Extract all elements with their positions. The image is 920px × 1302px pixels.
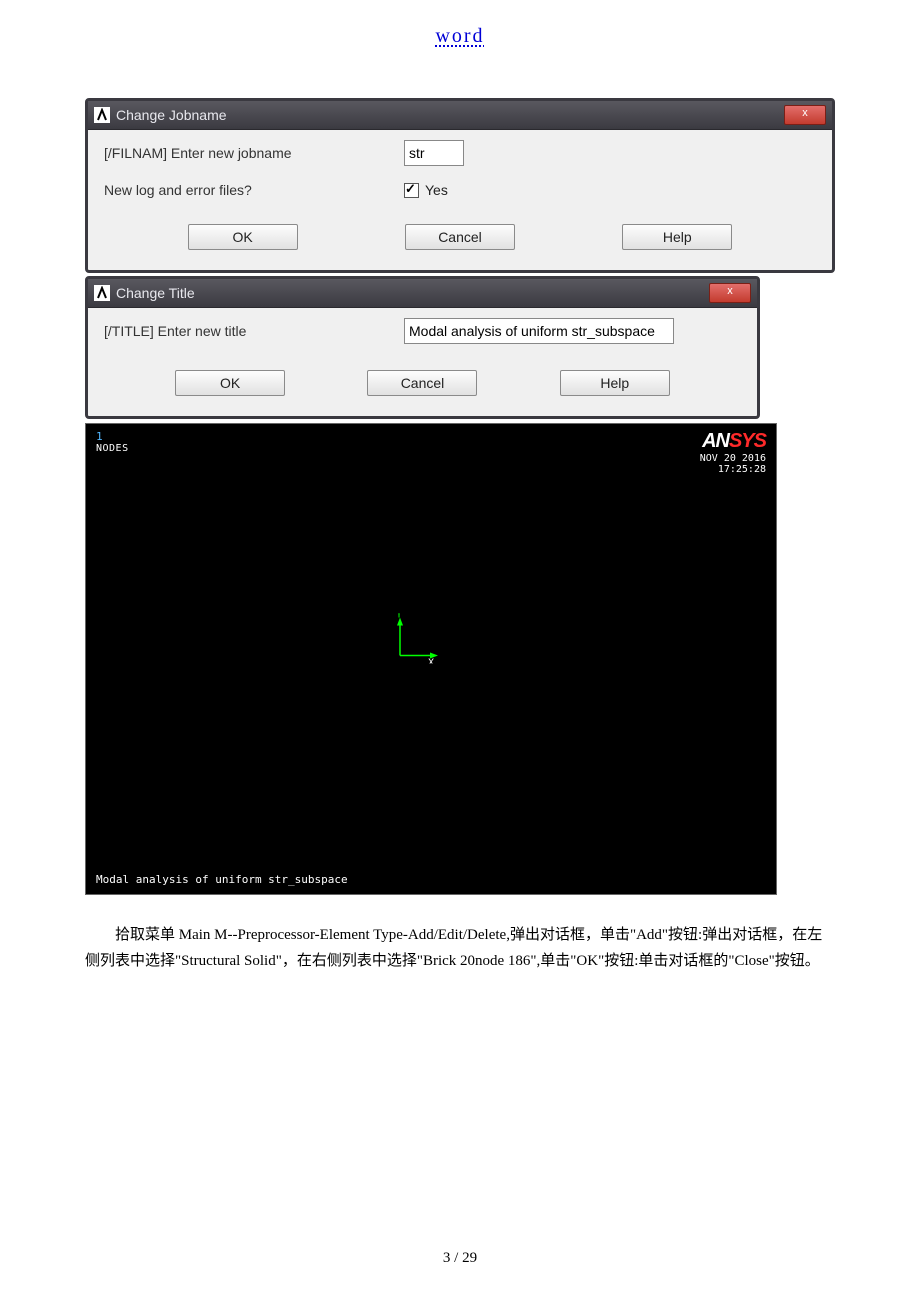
titlebar-title: Change Title x — [88, 279, 757, 308]
logo-sys: SYS — [729, 430, 766, 452]
ansys-time: 17:25:28 — [700, 464, 766, 475]
dialog-change-title: Change Title x [/TITLE] Enter new title … — [85, 276, 760, 419]
header-word-link: word — [85, 25, 835, 48]
ansys-viewport: 1 NODES ANSYS NOV 20 2016 17:25:28 Y X M… — [85, 423, 777, 895]
input-title[interactable] — [404, 318, 674, 344]
ok-button-title[interactable]: OK — [175, 370, 285, 396]
viewport-number: 1 — [96, 430, 129, 443]
help-button-title[interactable]: Help — [560, 370, 670, 396]
coordinate-axis-icon: Y X — [392, 614, 442, 667]
titlebar-jobname: Change Jobname x — [88, 101, 832, 130]
checkbox-label-yes: Yes — [425, 182, 448, 198]
label-newlog: New log and error files? — [104, 182, 404, 198]
title-jobname: Change Jobname — [116, 107, 227, 123]
close-button-jobname[interactable]: x — [784, 105, 826, 125]
svg-text:X: X — [428, 658, 434, 664]
cancel-button-jobname[interactable]: Cancel — [405, 224, 515, 250]
dialog-change-jobname: Change Jobname x [/FILNAM] Enter new job… — [85, 98, 835, 273]
checkbox-newlog[interactable] — [404, 183, 419, 198]
label-enter-title: [/TITLE] Enter new title — [104, 323, 404, 339]
svg-text:Y: Y — [396, 614, 402, 621]
cancel-button-title[interactable]: Cancel — [367, 370, 477, 396]
ok-button-jobname[interactable]: OK — [188, 224, 298, 250]
ansys-lambda-icon — [94, 107, 110, 123]
instruction-paragraph: 拾取菜单 Main M--Preprocessor-Element Type-A… — [85, 923, 835, 974]
input-jobname[interactable] — [404, 140, 464, 166]
title-changetitle: Change Title — [116, 285, 195, 301]
page-number: 3 / 29 — [0, 1250, 920, 1267]
ansys-footer-text: Modal analysis of uniform str_subspace — [96, 873, 348, 886]
close-button-title[interactable]: x — [709, 283, 751, 303]
label-enter-jobname: [/FILNAM] Enter new jobname — [104, 145, 404, 161]
logo-an: AN — [702, 430, 729, 452]
ansys-date: NOV 20 2016 — [700, 453, 766, 464]
ansys-lambda-icon — [94, 285, 110, 301]
ansys-logo: ANSYS — [700, 430, 766, 453]
nodes-label: NODES — [96, 443, 129, 454]
help-button-jobname[interactable]: Help — [622, 224, 732, 250]
